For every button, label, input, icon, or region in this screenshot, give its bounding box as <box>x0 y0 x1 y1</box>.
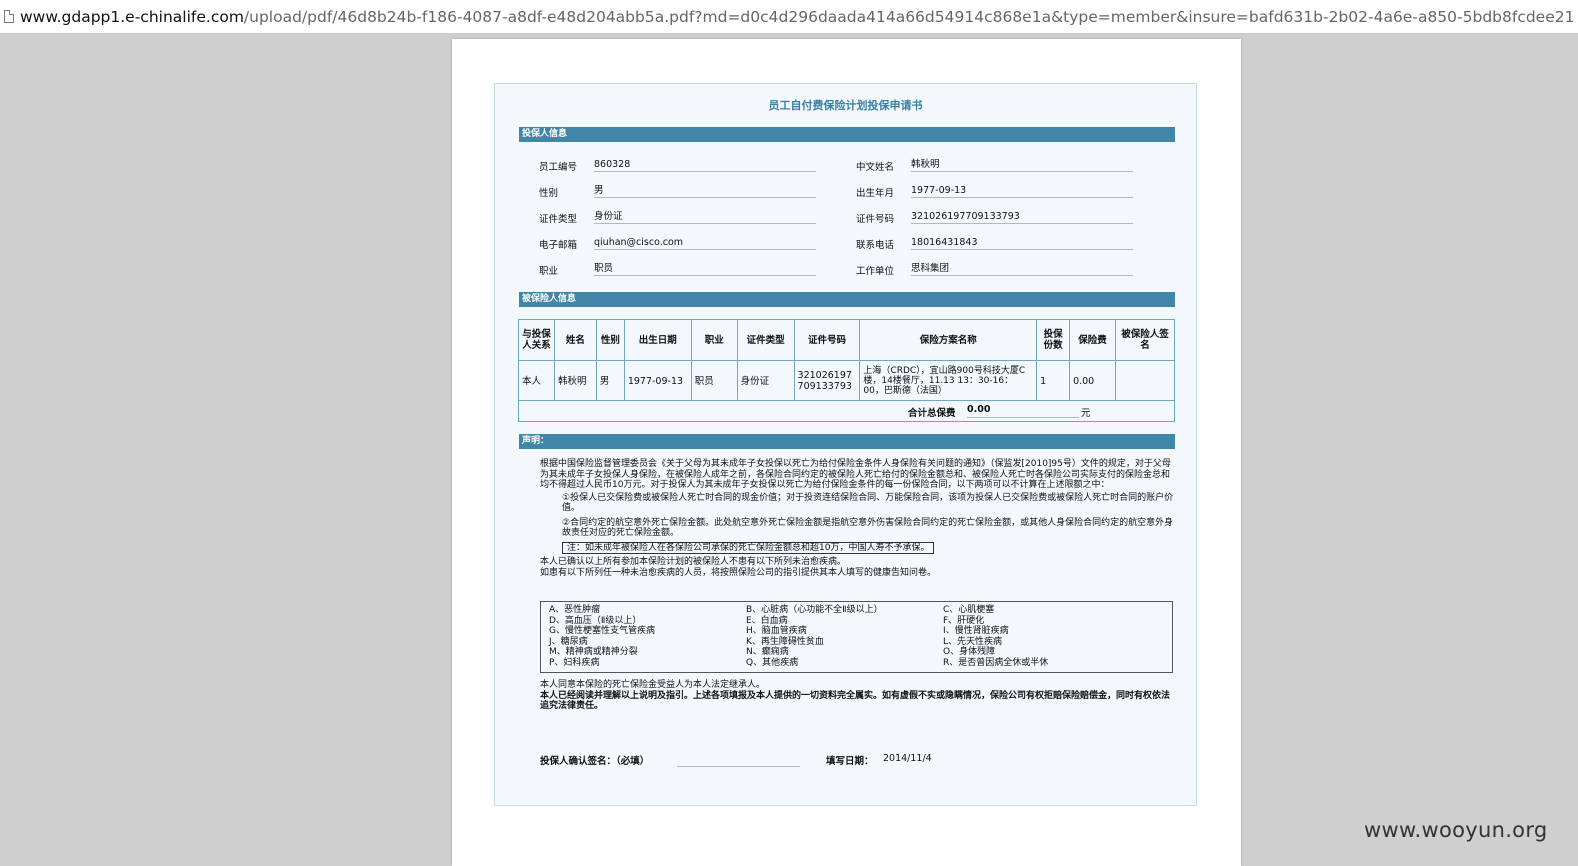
employee-id-value: 860328 <box>594 158 816 172</box>
declaration-paragraph: 根据中国保险监督管理委员会《关于父母为其未成年子女投保以死亡为给付保险金条件人身… <box>540 459 1171 490</box>
list-item: N、癫痫病 <box>746 647 789 658</box>
occupation-label: 职业 <box>539 266 559 277</box>
date-label: 填写日期： <box>826 756 874 767</box>
cell-id-number: 321026197709133793 <box>793 360 861 402</box>
cell-name: 韩秋明 <box>553 360 597 402</box>
birth-label: 出生年月 <box>856 188 895 199</box>
email-value: qiuhan@cisco.com <box>594 236 816 250</box>
declaration-health-notice: 如患有以下所列任一种未治愈疾病的人员，将按照保险公司的指引提供其本人填写的健康告… <box>540 567 937 578</box>
disease-column: C、心肌梗塞 F、肝硬化 I、慢性肾脏疾病 L、先天性疾病 O、身体残障 R、是… <box>943 605 1048 669</box>
birth-value: 1977-09-13 <box>911 184 1133 198</box>
id-number-value: 321026197709133793 <box>911 210 1133 224</box>
url-text[interactable]: www.gdapp1.e-chinalife.com/upload/pdf/46… <box>20 8 1574 26</box>
cell-copies: 1 <box>1036 360 1071 402</box>
id-number-label: 证件号码 <box>856 214 895 225</box>
cell-premium: 0.00 <box>1069 360 1117 402</box>
declaration-item-1: ①投保人已交保险费或被保险人死亡时合同的现金价值；对于投资连结保险合同、万能保险… <box>562 492 1174 514</box>
employer-label: 工作单位 <box>856 266 895 277</box>
email-label: 电子邮箱 <box>539 240 578 251</box>
gender-value: 男 <box>594 184 816 198</box>
beneficiary-statement: 本人同意本保险的死亡保险金受益人为本人法定继承人。 <box>540 680 766 690</box>
header-premium: 保险费 <box>1069 319 1117 361</box>
list-item: R、是否曾因病全休或半休 <box>943 657 1049 668</box>
insured-table-header: 与投保人关系 姓名 性别 出生日期 职业 证件类型 证件号码 保险方案名称 投保… <box>518 319 1175 361</box>
disease-column: A、恶性肿瘤 D、高血压（Ⅱ级以上） G、慢性梗塞性支气管疾病 J、糖尿病 M、… <box>549 605 655 669</box>
application-form: 员工自付费保险计划投保申请书 投保人信息 员工编号 860328 中文姓名 韩秋… <box>494 83 1197 806</box>
employee-id-label: 员工编号 <box>539 162 578 173</box>
insured-table: 与投保人关系 姓名 性别 出生日期 职业 证件类型 证件号码 保险方案名称 投保… <box>518 319 1175 402</box>
list-item: B、心脏病（心功能不全Ⅱ级以上） <box>746 605 883 615</box>
list-item: C、心肌梗塞 <box>943 605 995 615</box>
cell-birth-date: 1977-09-13 <box>623 360 692 402</box>
declaration-text: 根据中国保险监督管理委员会《关于父母为其未成年子女投保以死亡为给付保险金条件人身… <box>540 459 1175 578</box>
list-item: G、慢性梗塞性支气管疾病 <box>549 626 655 637</box>
header-relation: 与投保人关系 <box>518 319 555 361</box>
cell-id-type: 身份证 <box>736 360 795 402</box>
occupation-value: 职员 <box>594 262 816 276</box>
list-item: H、脑血管疾病 <box>746 626 807 637</box>
chinese-name-value: 韩秋明 <box>911 158 1133 172</box>
total-premium-value: 0.00 <box>967 404 1079 418</box>
total-premium-unit: 元 <box>1081 408 1091 419</box>
total-premium-label: 合计总保费 <box>908 408 956 419</box>
employer-value: 思科集团 <box>911 262 1133 276</box>
applicant-section-header: 投保人信息 <box>519 127 1175 142</box>
list-item: K、再生障碍性贫血 <box>746 636 824 647</box>
list-item: J、糖尿病 <box>549 636 588 647</box>
cell-insured-signature <box>1115 360 1175 402</box>
declaration-note: 注：如未成年被保险人在各保险公司承保的死亡保险金额总和超10万，中国人寿不予承保… <box>562 541 935 554</box>
disease-list: A、恶性肿瘤 D、高血压（Ⅱ级以上） G、慢性梗塞性支气管疾病 J、糖尿病 M、… <box>540 601 1173 673</box>
declaration-item-2: ②合同约定的航空意外死亡保险金额。此处航空意外死亡保险金额是指航空意外伤害保险合… <box>562 517 1174 539</box>
header-id-type: 证件类型 <box>736 319 795 361</box>
cell-gender: 男 <box>595 360 625 402</box>
date-value: 2014/11/4 <box>883 753 932 764</box>
list-item: O、身体残障 <box>943 647 996 658</box>
header-gender: 性别 <box>595 319 625 361</box>
address-bar[interactable]: www.gdapp1.e-chinalife.com/upload/pdf/46… <box>0 0 1578 34</box>
header-occupation: 职业 <box>690 319 738 361</box>
phone-value: 18016431843 <box>911 236 1133 250</box>
declaration-confirm: 本人已确认以上所有参加本保险计划的被保险人不患有以下所列未治愈疾病。 <box>540 557 847 567</box>
header-insured-signature: 被保险人签名 <box>1115 319 1175 361</box>
header-id-number: 证件号码 <box>793 319 861 361</box>
watermark: www.wooyun.org <box>1364 818 1548 842</box>
gender-label: 性别 <box>539 188 559 199</box>
total-premium-row: 合计总保费 0.00 元 <box>518 400 1175 422</box>
header-name: 姓名 <box>553 319 597 361</box>
header-copies: 投保份数 <box>1036 319 1071 361</box>
list-item: I、慢性肾脏疾病 <box>943 626 1009 637</box>
chinese-name-label: 中文姓名 <box>856 162 895 173</box>
declaration-section-header: 声明： <box>519 434 1175 449</box>
form-title: 员工自付费保险计划投保申请书 <box>768 99 923 112</box>
list-item: D、高血压（Ⅱ级以上） <box>549 615 642 626</box>
list-item: E、白血病 <box>746 615 788 626</box>
cell-plan-name: 上海（CRDC），宜山路900号科技大厦C楼，14楼餐厅，11.13 13：30… <box>859 360 1038 402</box>
insured-section-header: 被保险人信息 <box>519 292 1175 307</box>
list-item: M、精神病或精神分裂 <box>549 647 638 658</box>
phone-label: 联系电话 <box>856 240 895 251</box>
list-item: L、先天性疾病 <box>943 636 1003 647</box>
list-item: Q、其他疾病 <box>746 657 799 668</box>
id-type-label: 证件类型 <box>539 214 578 225</box>
disease-column: B、心脏病（心功能不全Ⅱ级以上） E、白血病 H、脑血管疾病 K、再生障碍性贫血… <box>746 605 883 669</box>
list-item: F、肝硬化 <box>943 615 985 626</box>
truthfulness-statement: 本人已经阅读并理解以上说明及指引。上述各项填报及本人提供的一切资料完全属实。如有… <box>540 690 1171 712</box>
signature-field[interactable] <box>677 752 800 767</box>
cell-relation: 本人 <box>518 360 555 402</box>
beneficiary-consent: 本人同意本保险的死亡保险金受益人为本人法定继承人。 本人已经阅读并理解以上说明及… <box>540 680 1175 712</box>
list-item: P、妇科疾病 <box>549 657 600 668</box>
cell-occupation: 职员 <box>690 360 738 402</box>
table-row: 本人 韩秋明 男 1977-09-13 职员 身份证 3210261977091… <box>518 360 1175 402</box>
header-birth-date: 出生日期 <box>623 319 692 361</box>
list-item: A、恶性肿瘤 <box>549 605 601 615</box>
header-plan-name: 保险方案名称 <box>859 319 1038 361</box>
page-icon <box>4 10 14 23</box>
id-type-value: 身份证 <box>594 210 816 224</box>
signature-label: 投保人确认签名：（必填） <box>540 756 650 767</box>
